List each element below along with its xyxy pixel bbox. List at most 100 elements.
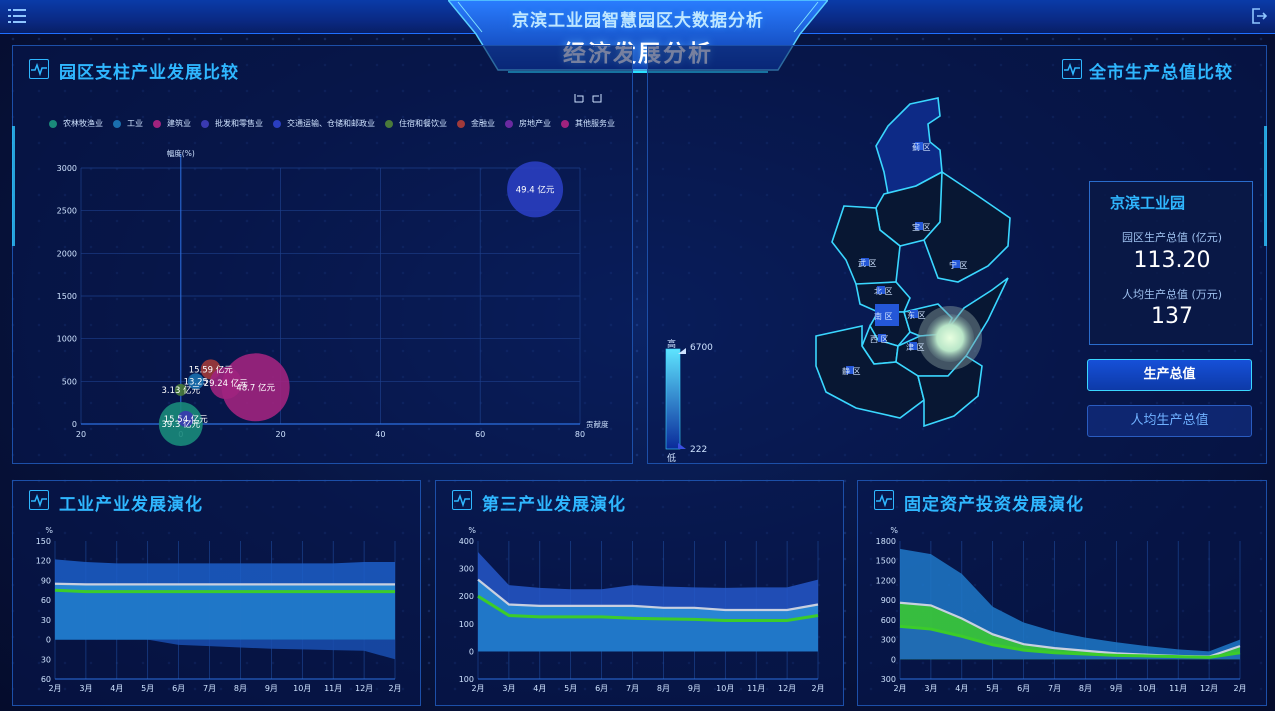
per-capita-label: 人均生产总值 (万元) [1121, 288, 1223, 301]
y-tick-label: 400 [459, 537, 474, 546]
area-series[interactable] [55, 639, 395, 660]
y-tick-label: 3000 [57, 164, 77, 173]
x-tick-label: 9月 [688, 684, 701, 693]
y-tick-label: 1500 [57, 292, 77, 301]
x-tick-label: 10月 [1138, 684, 1156, 693]
y-tick-label: 1500 [876, 557, 896, 566]
x-tick-label: 10月 [716, 684, 734, 693]
x-tick-label: 7月 [626, 684, 639, 693]
district-label[interactable]: 武 区 [858, 258, 877, 269]
logout-icon[interactable] [1251, 8, 1267, 24]
x-tick-label: 7月 [203, 684, 216, 693]
series-line [54, 588, 395, 594]
x-tick-label: 8月 [234, 684, 247, 693]
y-tick-label: 150 [36, 537, 51, 546]
gdp-total-button[interactable]: 生产总值 [1087, 359, 1252, 391]
x-tick-label: 12月 [778, 684, 796, 693]
x-tick-label: 4月 [955, 684, 968, 693]
x-tick-label: 80 [575, 430, 585, 439]
y-tick-label: 0 [72, 420, 77, 429]
district-label[interactable]: 静 区 [842, 366, 861, 377]
per-capita-button[interactable]: 人均生产总值 [1087, 405, 1252, 437]
district-label[interactable]: 宝 区 [912, 222, 931, 233]
bubble-label: 29.24 亿元 [204, 378, 249, 389]
y-tick-label: 1800 [876, 537, 896, 546]
y-unit-label: % [468, 526, 476, 535]
x-tick-label: 9月 [265, 684, 278, 693]
x-tick-label: 11月 [324, 684, 342, 693]
x-tick-label: 20 [276, 430, 286, 439]
y-tick-label: 60 [41, 675, 51, 684]
fixed-asset-panel: 固定资产投资发展演化 1800 1500 1200 900 600 300 0 300% 2月 3… [857, 480, 1267, 706]
bubble-label: 15.59 亿元 [189, 364, 234, 375]
industry-panel: 工业产业发展演化 150 120 90 60 30 0 30 60% 2月 3月 4月 5月 6月 7月 8… [12, 480, 421, 706]
area-series[interactable] [55, 590, 395, 640]
x-tick-label: 20 [76, 430, 86, 439]
x-tick-label: 5月 [564, 684, 577, 693]
x-tick-label: 3月 [502, 684, 515, 693]
x-tick-label: 9月 [1110, 684, 1123, 693]
y-tick-label: 1200 [876, 576, 896, 585]
x-tick-label: 2月 [48, 684, 61, 693]
y-tick-label: 900 [881, 596, 896, 605]
y-axis-title: 幅度(%) [167, 148, 195, 158]
legend-low-label: 低 [667, 454, 677, 464]
x-tick-label: 5月 [986, 684, 999, 693]
bubble-label: 15.54 亿元 [164, 414, 209, 425]
legend-high-label: 高 [667, 340, 677, 350]
district-label[interactable]: 东 区 [907, 310, 926, 321]
x-tick-label: 6月 [172, 684, 185, 693]
y-tick-label: 0 [891, 655, 896, 664]
bubble-label: 3.13 亿元 [161, 385, 200, 396]
y-unit-label: % [45, 526, 53, 535]
per-capita-value: 137 [1151, 304, 1193, 329]
district-label[interactable]: 南 区 [874, 311, 893, 322]
y-tick-label: 200 [459, 592, 474, 601]
x-tick-label: 60 [475, 430, 485, 439]
y-tick-label: 90 [41, 576, 51, 585]
y-tick-label: 30 [41, 616, 51, 625]
y-tick-label: 60 [41, 596, 51, 605]
y-tick-label: 100 [459, 675, 474, 684]
x-tick-label: 2月 [811, 684, 824, 693]
x-tick-label: 7月 [1048, 684, 1061, 693]
x-tick-label: 40 [375, 430, 385, 439]
y-tick-label: 300 [881, 636, 896, 645]
y-tick-label: 30 [41, 655, 51, 664]
x-tick-label: 4月 [110, 684, 123, 693]
y-tick-label: 0 [469, 647, 474, 656]
y-tick-label: 600 [881, 616, 896, 625]
park-name: 京滨工业园 [1110, 194, 1186, 212]
app-title: 京滨工业园智慧园区大数据分析 [512, 11, 764, 31]
x-tick-label: 2月 [388, 684, 401, 693]
y-tick-label: 100 [459, 620, 474, 629]
bubble-chart: 30002500200015001000500020020406080幅度(%)… [57, 148, 609, 446]
menu-icon[interactable] [8, 8, 26, 24]
y-tick-label: 1000 [57, 335, 77, 344]
y-unit-label: % [890, 526, 898, 535]
x-axis-title: 贡献度 [586, 419, 609, 429]
district-label[interactable]: 津 区 [906, 342, 925, 353]
x-tick-label: 3月 [924, 684, 937, 693]
y-tick-label: 2000 [57, 249, 77, 258]
x-tick-label: 3月 [79, 684, 92, 693]
district-label[interactable]: 西 区 [870, 334, 889, 345]
y-tick-label: 120 [36, 557, 51, 566]
x-tick-label: 8月 [657, 684, 670, 693]
x-tick-label: 5月 [141, 684, 154, 693]
district-label[interactable]: 宁 区 [949, 260, 968, 271]
legend-min-value: 222 [690, 445, 708, 455]
gdp-label: 园区生产总值 (亿元) [1121, 231, 1223, 244]
district-label[interactable]: 蓟 区 [912, 142, 931, 153]
y-tick-label: 500 [62, 377, 77, 386]
y-tick-label: 2500 [57, 207, 77, 216]
bubble-panel: 园区支柱产业发展比较 农林牧渔业 工业 建筑业 批发和零售业 交通运输、仓储和邮政业 住宿… [12, 45, 633, 464]
x-tick-label: 2月 [1233, 684, 1246, 693]
gdp-value: 113.20 [1133, 248, 1211, 273]
x-tick-label: 2月 [893, 684, 906, 693]
y-tick-label: 0 [46, 636, 51, 645]
x-tick-label: 2月 [471, 684, 484, 693]
district-label[interactable]: 北 区 [874, 286, 893, 297]
x-tick-label: 4月 [533, 684, 546, 693]
dashboard: 京滨工业园智慧园区大数据分析 经济发展分析 园区支柱产业发展比较 农林牧渔业 工业… [0, 0, 1275, 711]
